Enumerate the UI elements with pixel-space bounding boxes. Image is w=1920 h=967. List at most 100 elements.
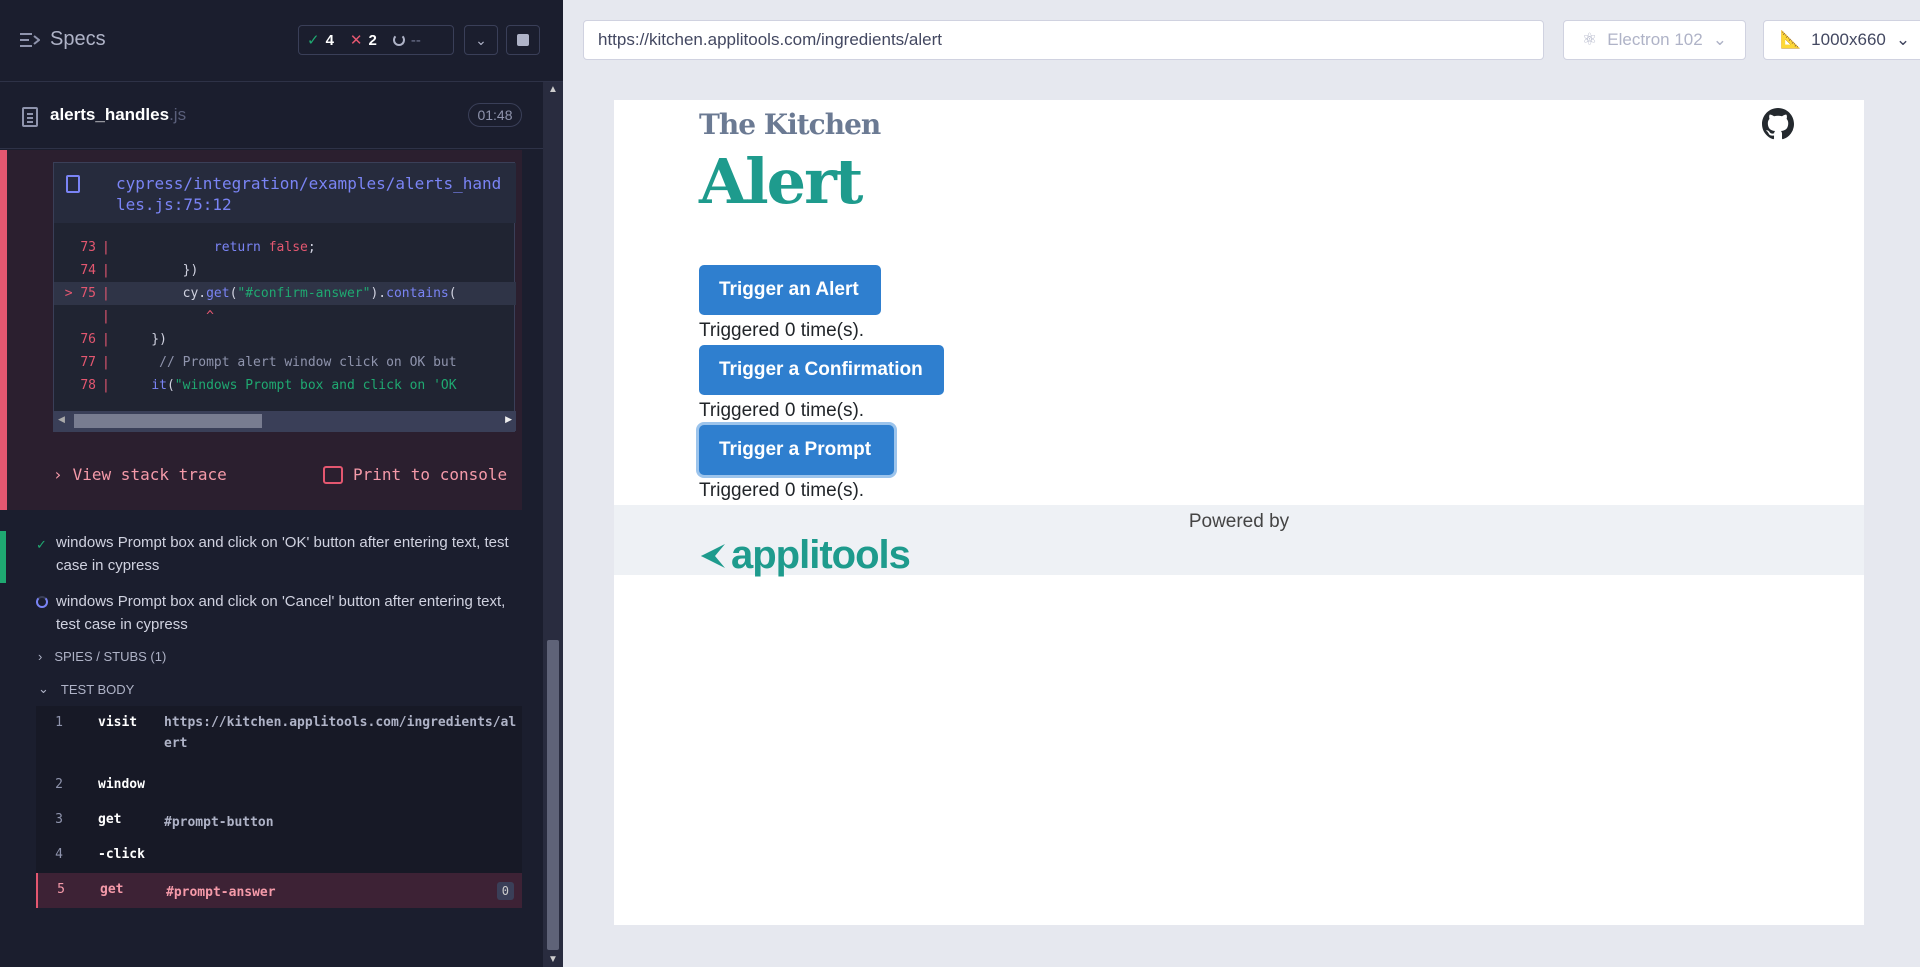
command-number: 3 [55,812,63,827]
ruler-icon: 📐 [1780,30,1802,49]
line-gutter: | [102,355,110,370]
confirm-trigger-count: Triggered 0 time(s). [699,400,865,421]
stop-button[interactable] [506,25,540,55]
line-number: 74 [80,263,96,278]
scroll-down-arrow-icon[interactable]: ▼ [543,954,563,965]
code-scroll-thumb[interactable] [74,414,262,428]
command-number: 5 [57,882,65,897]
scroll-right-arrow-icon[interactable]: ▶ [505,414,512,425]
applitools-logo-text: applitools [731,533,911,577]
reporter-scrollbar[interactable]: ▲ ▼ [543,82,563,967]
check-icon: ✓ [36,537,47,552]
specs-button[interactable]: Specs [20,28,106,51]
test-title: windows Prompt box and click on 'OK' but… [56,534,509,574]
chevron-right-icon: › [38,649,43,664]
line-code: }) [120,263,199,278]
passed-stat: ✓ 4 [299,31,342,50]
print-to-console-label: Print to console [353,465,508,484]
test-body-label: TEST BODY [60,681,135,697]
command-row[interactable]: 4 -click [36,838,522,873]
command-name: get [98,812,122,827]
scroll-up-arrow-icon[interactable]: ▲ [543,84,563,95]
code-line: 77 | // Prompt alert window click on OK b… [54,351,516,374]
line-gutter: | [102,263,110,278]
command-row-failed[interactable]: 5 get #prompt-answer 0 [36,873,522,908]
applitools-logo-icon [701,543,725,568]
aut-panel: https://kitchen.applitools.com/ingredien… [563,0,1920,967]
trigger-prompt-button[interactable]: Trigger a Prompt [699,425,894,475]
line-code: }) [120,332,167,347]
scroll-left-arrow-icon[interactable]: ◀ [58,414,65,425]
line-code: // Prompt alert window click on OK but [120,355,457,370]
collapse-button[interactable]: ⌄ [464,25,498,55]
command-number: 4 [55,847,63,862]
command-message: #prompt-answer [166,885,276,900]
viewport-selector[interactable]: 📐 1000x660 ⌄ [1763,20,1920,60]
pending-stat: -- [385,32,429,49]
view-stack-trace-button[interactable]: › View stack trace [53,465,227,484]
spies-stubs-label: SPIES / STUBS (1) [54,649,167,664]
line-code: ^ [120,309,214,324]
scroll-thumb[interactable] [547,640,559,950]
x-icon: ✕ [349,32,363,49]
line-code: return false; [120,240,316,255]
command-name: window [98,777,145,792]
pending-count: -- [410,31,421,49]
passed-count: 4 [325,31,334,49]
line-number: 73 [80,240,96,255]
code-frame: cypress/integration/examples/alerts_hand… [53,162,516,432]
line-number: 78 [80,378,96,393]
line-code: cy.get("#confirm-answer").contains( [120,286,457,301]
code-lines: 73 | return false; 74 | }) > 75 | cy.get("#… [54,236,516,397]
site-brand[interactable]: The Kitchen [699,108,881,141]
spec-name: alerts_handles.js [50,105,186,125]
app-under-test-frame: The Kitchen Alert Trigger an Alert Trigg… [614,100,1864,925]
command-number: 1 [55,715,63,730]
test-item-passed[interactable]: ✓ windows Prompt box and click on 'OK' b… [0,531,522,583]
url-text: https://kitchen.applitools.com/ingredien… [598,30,942,49]
chevron-down-icon: ⌄ [38,681,49,696]
command-row[interactable]: 3 get #prompt-button [36,803,522,838]
electron-icon: ⚛ [1582,30,1598,49]
github-icon[interactable] [1762,108,1794,140]
file-icon [22,107,38,127]
line-number: 76 [80,332,96,347]
code-line: 78 | it("windows Prompt box and click on … [54,374,516,397]
code-line: 76 | }) [54,328,516,351]
spec-duration: 01:48 [468,103,522,127]
chevron-right-icon: › [53,465,63,484]
spec-extension: .js [169,105,187,124]
code-file-path: cypress/integration/examples/alerts_hand… [116,174,502,214]
chevron-down-icon: ⌄ [1712,30,1727,49]
line-number: 77 [80,355,96,370]
viewport-size: 1000x660 [1811,30,1886,49]
browser-selector[interactable]: ⚛ Electron 102 ⌄ [1563,20,1746,60]
spies-stubs-toggle[interactable]: › SPIES / STUBS (1) [38,649,166,664]
page-title: Alert [699,145,863,218]
trigger-alert-button[interactable]: Trigger an Alert [699,265,881,315]
command-number: 2 [55,777,63,792]
url-bar[interactable]: https://kitchen.applitools.com/ingredien… [583,20,1544,60]
print-to-console-button[interactable]: Print to console [323,465,507,484]
applitools-logo[interactable]: applitools [699,533,911,578]
reporter-header: Specs ✓ 4 ✕ 2 -- ⌄ [0,0,563,82]
line-number: > 75 [54,286,102,301]
alert-trigger-count: Triggered 0 time(s). [699,320,865,341]
command-row[interactable]: 1 visit https://kitchen.applitools.com/i… [36,706,522,768]
test-body-toggle[interactable]: ⌄ TEST BODY [38,681,134,697]
test-title: windows Prompt box and click on 'Cancel'… [56,593,506,633]
command-row[interactable]: 2 window [36,768,522,803]
trigger-confirmation-button[interactable]: Trigger a Confirmation [699,345,944,395]
error-block: cypress/integration/examples/alerts_hand… [0,150,522,510]
code-horizontal-scrollbar[interactable]: ◀ ▶ [54,411,516,431]
test-item-running[interactable]: windows Prompt box and click on 'Cancel'… [0,590,522,640]
command-log: 1 visit https://kitchen.applitools.com/i… [36,706,522,908]
code-file-link[interactable]: cypress/integration/examples/alerts_hand… [54,163,516,223]
stop-icon [517,34,529,46]
line-gutter: | [102,332,110,347]
command-message: https://kitchen.applitools.com/ingredien… [164,715,517,751]
powered-by-label: Powered by [1188,511,1290,532]
line-gutter: | [102,378,110,393]
prompt-trigger-count: Triggered 0 time(s). [699,480,865,501]
failed-count: 2 [368,31,377,49]
